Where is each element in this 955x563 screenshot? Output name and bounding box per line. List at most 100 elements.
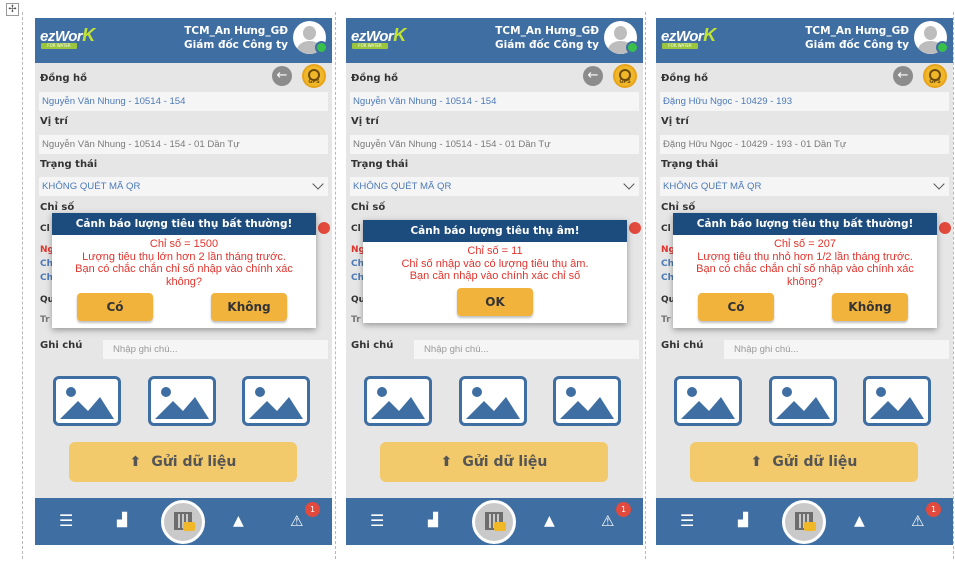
gps-icon[interactable]: GPS [613,64,637,88]
chevron-down-icon [933,178,945,190]
gps-icon[interactable]: GPS [923,64,947,88]
photo-slot-1[interactable] [364,376,432,426]
notification-badge: 1 [926,502,941,517]
photo-slot-1[interactable] [674,376,742,426]
upload-icon: ⬆ [440,454,453,470]
location-field[interactable]: Nguyễn Văn Nhung - 10514 - 154 - 01 Dần … [39,135,328,154]
photo-slot-3[interactable] [242,376,310,426]
bottom-nav: ☰ ▟ ▲ ⚠ 1 [656,498,953,545]
dialog-title: Cảnh báo lượng tiêu thụ bất thường! [52,213,316,235]
meter-label: Đồng hồ [661,73,708,84]
note-label: Ghi chú [351,340,394,351]
location-label: Vị trí [40,116,68,127]
photo-slot-2[interactable] [148,376,216,426]
chevron-down-icon [623,178,635,190]
chevron-down-icon [312,178,324,190]
meter-field[interactable]: Nguyễn Văn Nhung - 10514 - 154 [350,92,639,111]
warning-icon[interactable]: ⚠ [601,512,614,530]
bottom-nav: ☰ ▟ ▲ ⚠ 1 [346,498,643,545]
clear-icon[interactable] [939,222,951,234]
image-icon [60,387,114,419]
location-field[interactable]: Nguyễn Văn Nhung - 10514 - 154 - 01 Dần … [350,135,639,154]
note-input[interactable]: Nhập ghi chú... [414,340,639,359]
meter-label: Đồng hồ [40,73,87,84]
meter-field[interactable]: Nguyễn Văn Nhung - 10514 - 154 [39,92,328,111]
table-move-handle[interactable]: ✢ [6,3,19,16]
bell-icon[interactable]: ▲ [854,512,865,530]
menu-icon[interactable]: ☰ [680,512,694,530]
image-icon [249,387,303,419]
image-icon [560,387,614,419]
abnormal-consumption-dialog: Cảnh báo lượng tiêu thụ bất thường! Chỉ … [673,213,937,328]
status-select[interactable]: KHÔNG QUÉT MÃ QR [350,177,639,196]
location-label: Vị trí [661,116,689,127]
send-data-button[interactable]: ⬆ Gửi dữ liệu [690,442,918,482]
table-border-1 [335,12,336,559]
image-icon [466,387,520,419]
index-label: Chỉ số [351,202,386,213]
back-arrow-icon[interactable]: ← [583,66,603,86]
app-header: ezWorK FOR WATER TCM_An Hưng_GĐ Giám đốc… [346,18,643,63]
ok-button[interactable]: OK [457,287,533,316]
back-arrow-icon[interactable]: ← [893,66,913,86]
partial-text: Tr [661,315,671,325]
clear-icon[interactable] [318,222,330,234]
online-status-dot [626,41,639,54]
meter-label: Đồng hồ [351,73,398,84]
dialog-title: Cảnh báo lượng tiêu thụ bất thường! [673,213,937,235]
clear-icon[interactable] [629,222,641,234]
index-label: Chỉ số [661,202,696,213]
table-border-2 [645,12,646,559]
yes-button[interactable]: Có [77,293,153,321]
status-select[interactable]: KHÔNG QUÉT MÃ QR [39,177,328,196]
menu-icon[interactable]: ☰ [59,512,73,530]
photo-slot-2[interactable] [769,376,837,426]
image-icon [870,387,924,419]
send-data-button[interactable]: ⬆ Gửi dữ liệu [69,442,297,482]
note-input[interactable]: Nhập ghi chú... [724,340,949,359]
negative-consumption-dialog: Cảnh báo lượng tiêu thụ âm! Chỉ số = 11 … [363,220,627,323]
bell-icon[interactable]: ▲ [544,512,555,530]
chart-icon[interactable]: ▟ [428,512,438,530]
dialog-message: Chỉ số = 207 Lượng tiêu thụ nhỏ hơn 1/2 … [696,238,914,288]
photo-slot-3[interactable] [553,376,621,426]
user-name: TCM_An Hưng_GĐ [184,25,288,37]
image-icon [776,387,830,419]
status-label: Trạng thái [351,159,409,170]
send-data-button[interactable]: ⬆ Gửi dữ liệu [380,442,608,482]
bell-icon[interactable]: ▲ [233,512,244,530]
user-name: TCM_An Hưng_GĐ [495,25,599,37]
photo-slot-3[interactable] [863,376,931,426]
chart-icon[interactable]: ▟ [738,512,748,530]
notification-badge: 1 [305,502,320,517]
online-status-dot [315,41,328,54]
status-select[interactable]: KHÔNG QUÉT MÃ QR [660,177,949,196]
partial-text: Tr [351,315,361,325]
phone-screen-2: ezWorK FOR WATER TCM_An Hưng_GĐ Giám đốc… [346,18,643,545]
note-input[interactable]: Nhập ghi chú... [103,340,328,359]
chart-icon[interactable]: ▟ [117,512,127,530]
qr-camera-icon[interactable] [161,500,205,544]
image-icon [681,387,735,419]
online-status-dot [936,41,949,54]
photo-slot-2[interactable] [459,376,527,426]
meter-field[interactable]: Đặng Hữu Ngọc - 10429 - 193 [660,92,949,111]
partial-text: Cl [40,224,50,234]
warning-icon[interactable]: ⚠ [911,512,924,530]
no-button[interactable]: Không [211,293,287,321]
note-label: Ghi chú [40,340,83,351]
yes-button[interactable]: Có [698,293,774,321]
back-arrow-icon[interactable]: ← [272,66,292,86]
photo-slot-1[interactable] [53,376,121,426]
warning-icon[interactable]: ⚠ [290,512,303,530]
location-field[interactable]: Đặng Hữu Ngọc - 10429 - 193 - 01 Dần Tự [660,135,949,154]
no-button[interactable]: Không [832,293,908,321]
notification-badge: 1 [616,502,631,517]
gps-icon[interactable]: GPS [302,64,326,88]
qr-camera-icon[interactable] [472,500,516,544]
app-header: ezWorK FOR WATER TCM_An Hưng_GĐ Giám đốc… [656,18,953,63]
user-role: Giám đốc Công ty [805,39,909,51]
qr-camera-icon[interactable] [782,500,826,544]
user-role: Giám đốc Công ty [184,39,288,51]
menu-icon[interactable]: ☰ [370,512,384,530]
